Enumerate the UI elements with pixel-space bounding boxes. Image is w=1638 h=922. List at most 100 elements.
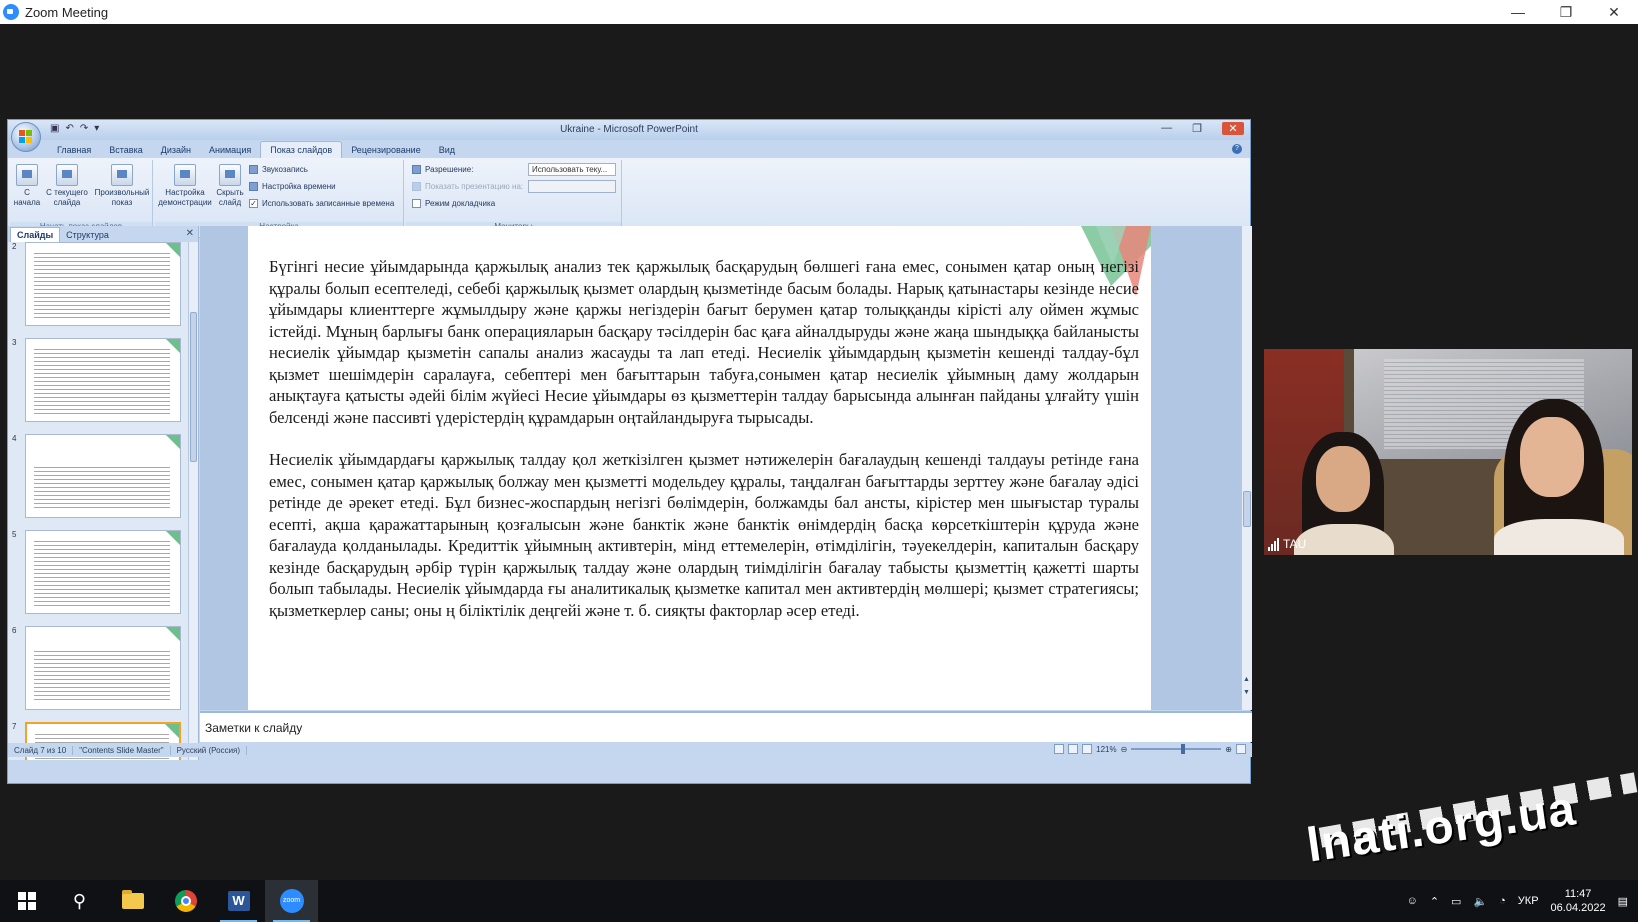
word-icon: W	[227, 891, 250, 911]
tab-animation[interactable]: Анимация	[200, 142, 260, 158]
zoom-in-icon[interactable]: ⊕	[1225, 745, 1232, 754]
ppt-minimize-button[interactable]: —	[1161, 122, 1172, 135]
slide-thumbnail-row[interactable]: 5	[8, 530, 188, 618]
pane-close-icon[interactable]: ✕	[186, 228, 194, 239]
tab-view[interactable]: Вид	[430, 142, 464, 158]
slide-scrollbar[interactable]: ▲ ▼	[1241, 226, 1252, 710]
slides-pane-scrollbar[interactable]	[188, 242, 198, 760]
start-button[interactable]	[0, 880, 53, 922]
zoom-app-icon: zoom	[279, 889, 304, 913]
help-icon[interactable]: ?	[1232, 144, 1242, 154]
zoom-slider[interactable]	[1131, 744, 1222, 754]
use-timings-checkbox[interactable]: ✓ Использовать записанные времена	[249, 199, 394, 208]
status-view-controls: 121% ⊖ ⊕	[1054, 744, 1246, 754]
from-start-button[interactable]: С начала	[12, 164, 42, 208]
record-narration-button[interactable]: Звукозапись	[249, 165, 308, 174]
tab-outline[interactable]: Структура	[60, 228, 115, 242]
zoom-logo-icon	[3, 4, 19, 20]
close-button[interactable]: ✕	[1590, 0, 1638, 24]
from-current-button[interactable]: С текущего слайда	[44, 164, 90, 208]
slide-thumbnail[interactable]	[25, 242, 181, 326]
status-slide-count: Слайд 7 из 10	[8, 745, 74, 755]
restore-button[interactable]: ❐	[1542, 0, 1590, 24]
use-timings-label: Использовать записанные времена	[262, 199, 395, 208]
search-icon: ⚲	[72, 890, 87, 911]
chrome-button[interactable]	[159, 880, 212, 922]
show-on-select	[528, 180, 616, 193]
rehearse-timings-button[interactable]: Настройка времени	[249, 182, 336, 191]
ppt-close-button[interactable]: ✕	[1222, 122, 1244, 135]
use-timings-check: ✓	[249, 199, 258, 208]
slideshow-view-icon[interactable]	[1082, 744, 1093, 754]
zoom-level[interactable]: 121%	[1096, 745, 1116, 754]
participant-video-tile[interactable]: TAU	[1264, 349, 1632, 555]
office-button[interactable]	[11, 122, 41, 152]
tab-slideshow[interactable]: Показ слайдов	[260, 141, 343, 158]
slide-edit-area: Бүгінгі несие ұйымдарында қаржылық анали…	[200, 226, 1252, 710]
monitor-icon	[412, 165, 421, 174]
presenter-view-checkbox[interactable]: Режим докладчика	[412, 199, 495, 208]
setup-show-button[interactable]: Настройка демонстрации	[157, 164, 213, 208]
slide-thumbnail[interactable]	[25, 530, 181, 614]
ppt-titlebar: ▣ ↶ ↷ ▾ Ukraine - Microsoft PowerPoint —…	[8, 120, 1250, 152]
input-language[interactable]: УКР	[1518, 895, 1539, 907]
slide-thumbnail[interactable]	[25, 338, 181, 422]
tab-insert[interactable]: Вставка	[100, 142, 151, 158]
volume-icon[interactable]: 🔈	[1473, 895, 1487, 908]
slide-thumbnail[interactable]	[25, 434, 181, 518]
search-button[interactable]: ⚲	[53, 880, 106, 922]
battery-icon[interactable]: ▭	[1451, 895, 1461, 908]
slide-thumbnail-row[interactable]: 4	[8, 434, 188, 522]
normal-view-icon[interactable]	[1054, 744, 1065, 754]
hide-slide-button[interactable]: Скрыть слайд	[213, 164, 247, 208]
notifications-icon[interactable]: ▤	[1618, 895, 1628, 908]
tab-design[interactable]: Дизайн	[152, 142, 200, 158]
slide-body-text[interactable]: Бүгінгі несие ұйымдарында қаржылық анали…	[269, 256, 1139, 642]
zoom-window-controls: — ❐ ✕	[1494, 0, 1638, 24]
windows-taskbar: ⚲ W zoom ☺ ⌃ ▭ 🔈 ◔ УКР 11:47 06.04.2022 …	[0, 880, 1638, 922]
next-slide-icon[interactable]: ▼	[1243, 689, 1250, 696]
folder-icon	[121, 890, 144, 909]
display-icon	[412, 182, 421, 191]
tab-slides[interactable]: Слайды	[10, 227, 61, 242]
zoom-titlebar: Zoom Meeting — ❐ ✕	[0, 0, 1638, 24]
resolution-select[interactable]: Использовать теку...	[528, 163, 616, 176]
file-explorer-button[interactable]	[106, 880, 159, 922]
slide-thumbnail[interactable]	[25, 626, 181, 710]
zoom-window-title: Zoom Meeting	[25, 4, 109, 20]
show-on-row: Показать презентацию на:	[412, 182, 523, 191]
word-button[interactable]: W	[212, 880, 265, 922]
status-language[interactable]: Русский (Россия)	[171, 745, 248, 755]
participant-label: TAU	[1268, 537, 1306, 551]
slide-thumbnails: 2 3 4 5 6 7	[8, 242, 188, 760]
slide-paragraph: Бүгінгі несие ұйымдарында қаржылық анали…	[269, 257, 1139, 427]
zoom-taskbar-button[interactable]: zoom	[265, 880, 318, 922]
group-start-slideshow: С начала С текущего слайда Произвольный …	[10, 160, 153, 234]
ppt-statusbar: Слайд 7 из 10 "Contents Slide Master" Ру…	[8, 743, 1252, 757]
custom-show-button[interactable]: Произвольный показ	[92, 164, 152, 208]
chrome-icon	[174, 890, 197, 912]
clock[interactable]: 11:47 06.04.2022	[1551, 887, 1606, 915]
sorter-view-icon[interactable]	[1068, 744, 1079, 754]
zoom-out-icon[interactable]: ⊖	[1121, 745, 1128, 754]
notes-pane[interactable]: Заметки к слайду	[200, 711, 1252, 742]
ppt-restore-button[interactable]: ❐	[1192, 122, 1202, 135]
tab-home[interactable]: Главная	[48, 142, 100, 158]
tab-review[interactable]: Рецензирование	[342, 142, 430, 158]
current-slide[interactable]: Бүгінгі несие ұйымдарында қаржылық анали…	[248, 226, 1151, 710]
participant-person	[1484, 399, 1632, 555]
rehearse-timings-label: Настройка времени	[262, 182, 336, 191]
shared-powerpoint-window[interactable]: ▣ ↶ ↷ ▾ Ukraine - Microsoft PowerPoint —…	[7, 119, 1252, 784]
wifi-icon[interactable]: ◔	[1499, 895, 1506, 907]
people-icon[interactable]: ☺	[1407, 895, 1418, 907]
slide-thumbnail-row[interactable]: 6	[8, 626, 188, 714]
fit-window-icon[interactable]	[1236, 744, 1246, 754]
system-tray: ☺ ⌃ ▭ 🔈 ◔ УКР 11:47 06.04.2022 ▤	[1407, 880, 1628, 922]
prev-slide-icon[interactable]: ▲	[1243, 676, 1250, 683]
minimize-button[interactable]: —	[1494, 0, 1542, 24]
tray-chevron-icon[interactable]: ⌃	[1430, 895, 1439, 908]
windows-logo-icon	[17, 892, 36, 910]
slide-thumbnail-row[interactable]: 2	[8, 242, 188, 330]
slide-thumbnail-row[interactable]: 3	[8, 338, 188, 426]
signal-strength-icon	[1268, 538, 1279, 551]
